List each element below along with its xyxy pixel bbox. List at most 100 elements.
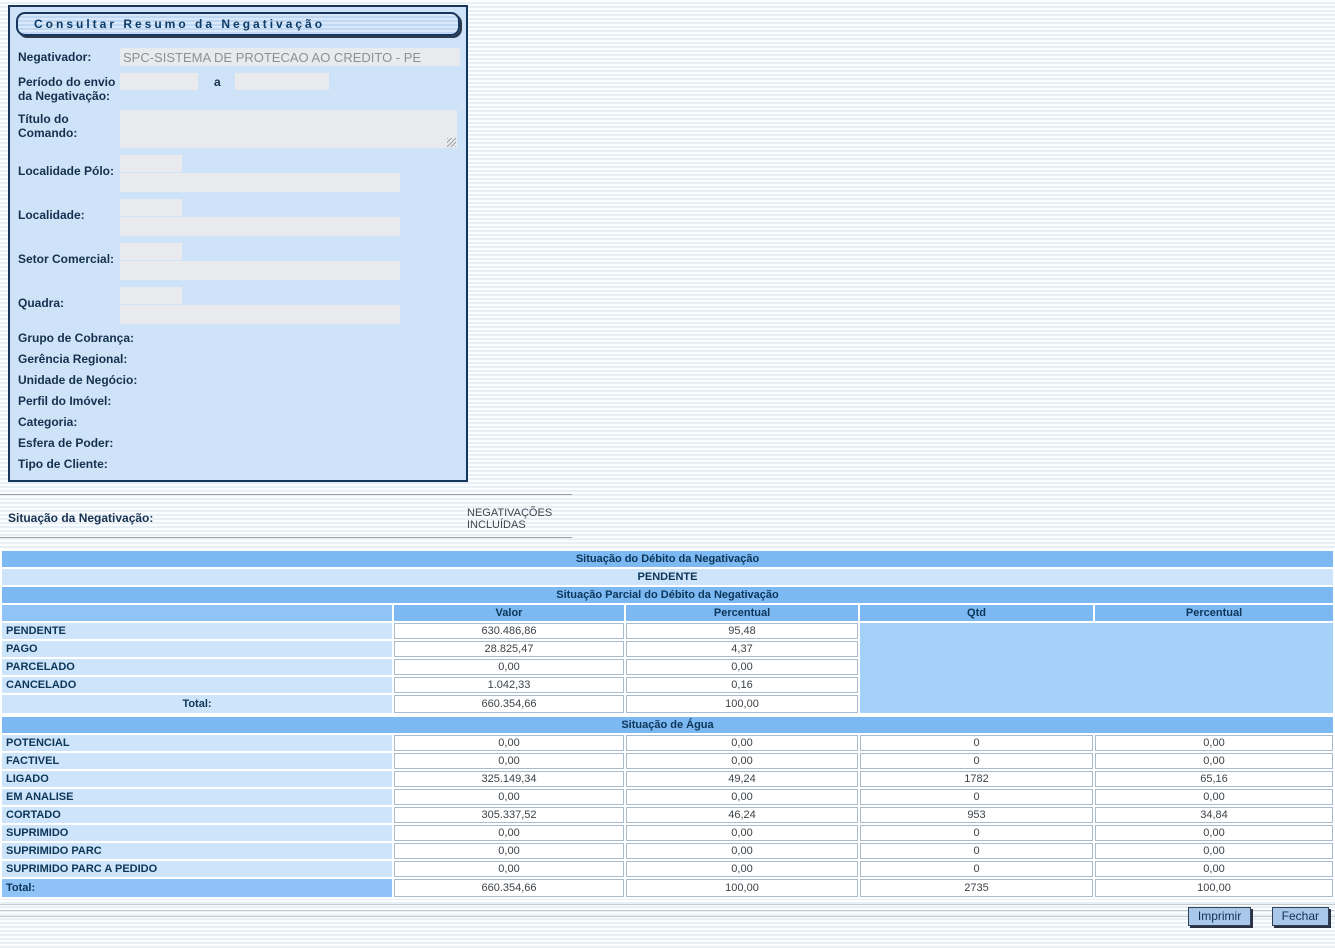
valor-cell: 0,00 (394, 789, 624, 805)
percentual2-column-header: Percentual (1095, 605, 1333, 621)
row-label-cell: PARCELADO (2, 659, 392, 675)
situacao-section: Situação da Negativação: NEGATIVAÇÕES IN… (0, 494, 572, 539)
valor-cell: 305.337,52 (394, 807, 624, 823)
valor-cell: 325.149,34 (394, 771, 624, 787)
categoria-label: Categoria: (18, 415, 178, 430)
valor-cell: 0,00 (394, 659, 624, 675)
qtd_percentual-cell: 34,84 (1095, 807, 1333, 823)
setor-comercial-name-input[interactable] (120, 261, 400, 280)
localidade-name-input[interactable] (120, 217, 400, 236)
row-label-cell: EM ANALISE (2, 789, 392, 805)
field-localidade-polo: Localidade Pólo: (18, 155, 460, 192)
percentual-column-header: Percentual (626, 605, 858, 621)
setor-comercial-code-input[interactable] (120, 243, 182, 260)
periodo-from-input[interactable] (120, 73, 198, 90)
field-periodo: Período do envio da Negativação: a (18, 73, 460, 103)
water-table-title-row: Situação de Água (2, 717, 1333, 733)
percentual-cell: 0,00 (626, 789, 858, 805)
row-label-cell: POTENCIAL (2, 735, 392, 751)
debt-total-valor: 660.354,66 (394, 695, 624, 713)
valor-cell: 0,00 (394, 735, 624, 751)
periodo-separator: a (214, 75, 221, 103)
debt-table: Situação do Débito da Negativação PENDEN… (0, 549, 1335, 715)
valor-cell: 0,00 (394, 753, 624, 769)
partial-title-row: Situação Parcial do Débito da Negativaçã… (2, 587, 1333, 603)
water-total-valor: 660.354,66 (394, 879, 624, 897)
situacao-row: Situação da Negativação: NEGATIVAÇÕES IN… (0, 498, 572, 535)
table-row: FACTIVEL0,000,0000,00 (2, 753, 1333, 769)
localidade-polo-label: Localidade Pólo: (18, 155, 120, 192)
tipo-cliente-label: Tipo de Cliente: (18, 457, 178, 472)
periodo-label: Período do envio da Negativação: (18, 73, 120, 103)
situacao-value: NEGATIVAÇÕES INCLUÍDAS (467, 503, 567, 531)
table-row: SUPRIMIDO0,000,0000,00 (2, 825, 1333, 841)
debt-status-row: PENDENTE (2, 569, 1333, 585)
qtd_percentual-cell: 0,00 (1095, 735, 1333, 751)
percentual-cell: 46,24 (626, 807, 858, 823)
row-label-cell: CANCELADO (2, 677, 392, 693)
titulo-comando-textarea[interactable] (120, 110, 457, 148)
percentual-cell: 0,16 (626, 677, 858, 693)
empty-qtd-block (860, 623, 1333, 713)
negativador-label: Negativador: (18, 48, 120, 66)
percentual-cell: 49,24 (626, 771, 858, 787)
qtd-column-header: Qtd (860, 605, 1093, 621)
localidade-polo-code-input[interactable] (120, 155, 182, 172)
percentual-cell: 0,00 (626, 659, 858, 675)
footer-line (0, 916, 1335, 917)
periodo-to-input[interactable] (235, 73, 329, 90)
row-label-cell: LIGADO (2, 771, 392, 787)
table-row: CORTADO305.337,5246,2495334,84 (2, 807, 1333, 823)
field-titulo-comando: Título do Comando: (18, 110, 460, 148)
percentual-cell: 95,48 (626, 623, 858, 639)
table-row: EM ANALISE0,000,0000,00 (2, 789, 1333, 805)
row-label-cell: SUPRIMIDO PARC A PEDIDO (2, 861, 392, 877)
field-setor-comercial: Setor Comercial: (18, 243, 460, 280)
water-total-percentual: 100,00 (626, 879, 858, 897)
qtd_percentual-cell: 0,00 (1095, 861, 1333, 877)
field-quadra: Quadra: (18, 287, 460, 324)
debt-total-label: Total: (2, 695, 392, 713)
qtd-cell: 0 (860, 825, 1093, 841)
qtd_percentual-cell: 0,00 (1095, 753, 1333, 769)
form-title-text: Consultar Resumo da Negativação (34, 17, 325, 31)
column-header-row: Valor Percentual Qtd Percentual (2, 605, 1333, 621)
percentual-cell: 0,00 (626, 735, 858, 751)
fechar-button[interactable]: Fechar (1272, 907, 1329, 926)
qtd_percentual-cell: 0,00 (1095, 825, 1333, 841)
partial-title: Situação Parcial do Débito da Negativaçã… (2, 587, 1333, 603)
qtd-cell: 0 (860, 735, 1093, 751)
field-localidade: Localidade: (18, 199, 460, 236)
perfil-imovel-label: Perfil do Imóvel: (18, 394, 178, 409)
valor-cell: 0,00 (394, 843, 624, 859)
water-table-title: Situação de Água (2, 717, 1333, 733)
separator-line (0, 494, 572, 496)
negativador-input[interactable]: SPC-SISTEMA DE PROTECAO AO CREDITO - PE (120, 48, 460, 66)
footer: Imprimir Fechar (0, 904, 1335, 942)
percentual-cell: 4,37 (626, 641, 858, 657)
separator-line (0, 537, 572, 539)
footer-line (0, 910, 1335, 911)
qtd-cell: 0 (860, 861, 1093, 877)
imprimir-button[interactable]: Imprimir (1188, 907, 1251, 926)
localidade-inputs (120, 199, 400, 236)
debt-total-percentual: 100,00 (626, 695, 858, 713)
qtd-cell: 0 (860, 843, 1093, 859)
qtd-cell: 953 (860, 807, 1093, 823)
water-total-row: Total: 660.354,66 100,00 2735 100,00 (2, 879, 1333, 897)
qtd-cell: 0 (860, 753, 1093, 769)
esfera-poder-label: Esfera de Poder: (18, 436, 178, 451)
localidade-polo-inputs (120, 155, 400, 192)
titulo-comando-label: Título do Comando: (18, 110, 120, 148)
form-title: Consultar Resumo da Negativação (16, 12, 460, 36)
unidade-negocio-label: Unidade de Negócio: (18, 373, 138, 388)
table-row: LIGADO325.149,3449,24178265,16 (2, 771, 1333, 787)
qtd-cell: 1782 (860, 771, 1093, 787)
footer-line (0, 904, 1335, 905)
valor-cell: 0,00 (394, 825, 624, 841)
localidade-polo-name-input[interactable] (120, 173, 400, 192)
row-label-cell: CORTADO (2, 807, 392, 823)
localidade-code-input[interactable] (120, 199, 182, 216)
quadra-name-input[interactable] (120, 305, 400, 324)
quadra-code-input[interactable] (120, 287, 182, 304)
